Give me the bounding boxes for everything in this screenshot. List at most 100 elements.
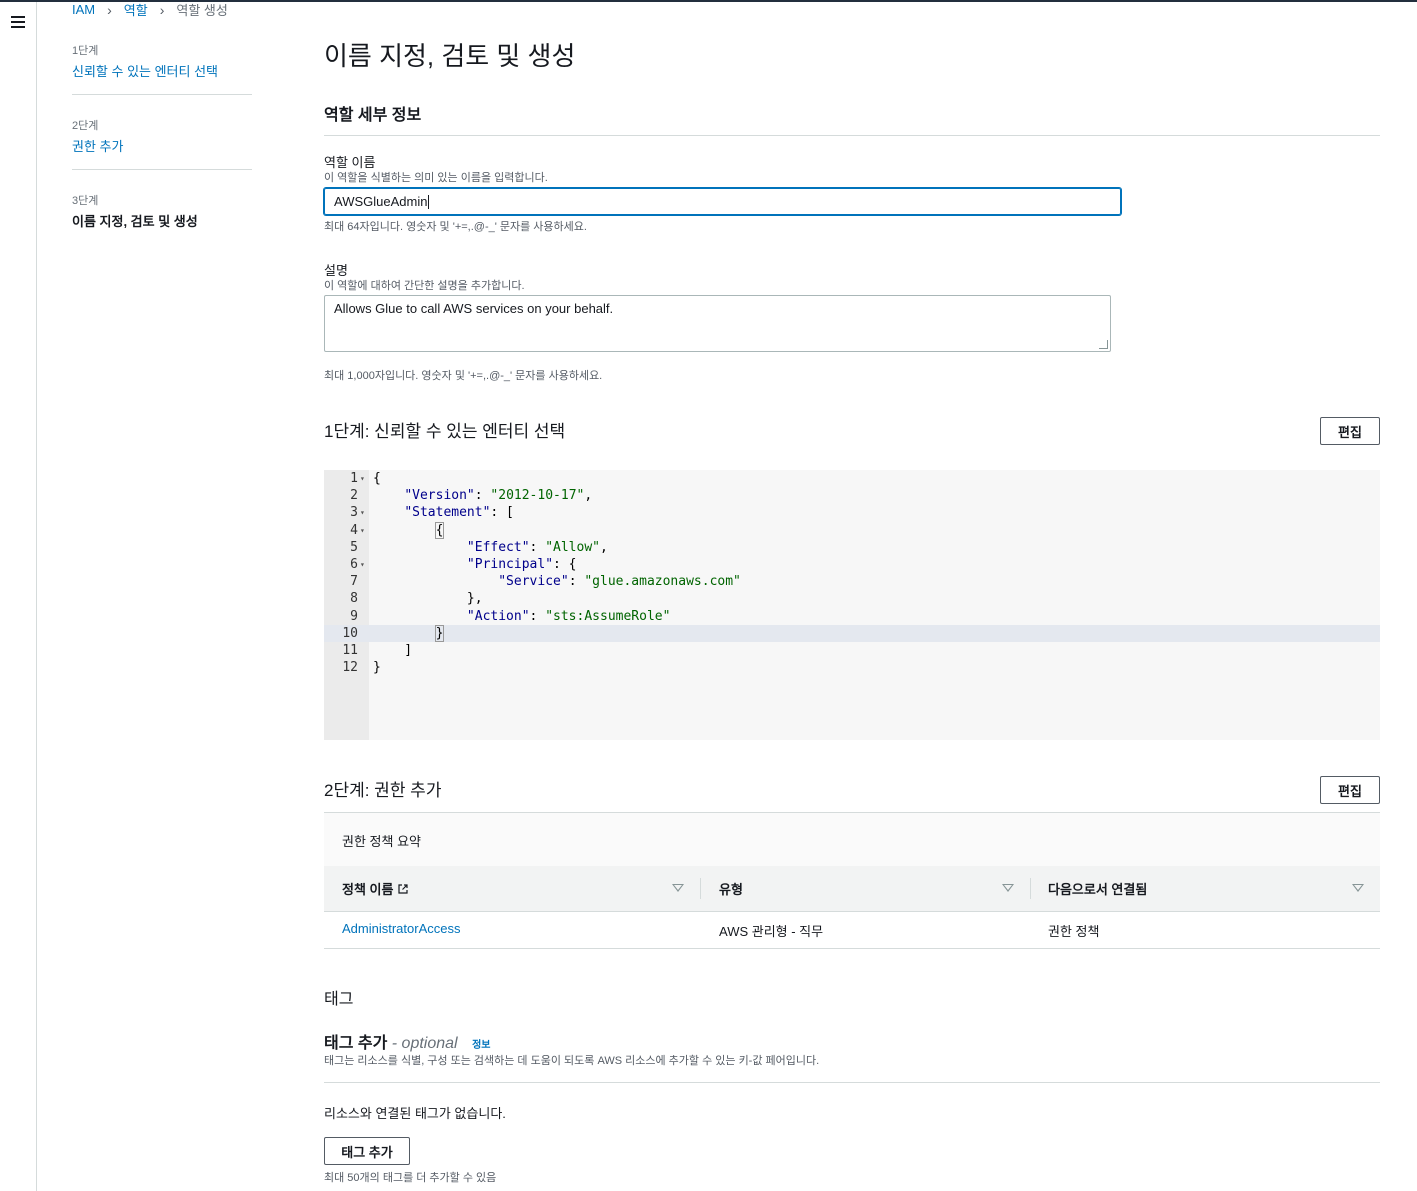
line-number: 1	[350, 471, 358, 486]
step-link-add-permissions[interactable]: 권한 추가	[72, 136, 252, 155]
step1-section-title: 1단계: 신뢰할 수 있는 엔터티 선택	[324, 422, 566, 441]
fold-toggle-icon[interactable]: ▾	[360, 556, 365, 573]
line-number: 8	[350, 591, 358, 607]
wizard-step-3: 3단계 이름 지정, 검토 및 생성	[72, 190, 252, 244]
code-lines: 1 ▾{2 "Version": "2012-10-17", 3 ▾ "Stateme…	[324, 470, 1380, 676]
description-constraint: 최대 1,000자입니다. 영숫자 및 '+=,.@-_' 문자를 사용하세요.	[324, 370, 603, 382]
role-details-title: 역할 세부 정보	[324, 107, 422, 124]
step-number: 2단계	[72, 120, 99, 132]
policy-link-administratoraccess[interactable]: AdministratorAccess	[342, 921, 460, 936]
code-text: },	[373, 591, 483, 607]
sort-icon[interactable]	[672, 884, 684, 892]
table-cell-type: AWS 관리형 - 직무	[719, 924, 824, 939]
code-line: 12}	[324, 659, 1380, 676]
code-text: "Effect": "Allow",	[466, 539, 608, 555]
code-line: 3 ▾ "Statement": [	[324, 504, 1380, 521]
line-number: 3	[350, 505, 358, 521]
code-text: "Principal": {	[466, 556, 577, 572]
description-hint: 이 역할에 대하여 간단한 설명을 추가합니다.	[324, 280, 525, 292]
column-header-label: 정책 이름	[342, 882, 394, 897]
code-line: 10 }	[324, 624, 1380, 642]
add-tags-title: 태그 추가 - optional 정보	[324, 1029, 490, 1053]
table-header-bar: 권한 정책 요약	[324, 813, 1380, 867]
code-text: "Service": "glue.amazonaws.com"	[498, 574, 741, 590]
breadcrumb-roles[interactable]: 역할	[124, 0, 148, 19]
code-text: }	[373, 660, 381, 676]
code-line: 8 },	[324, 590, 1380, 607]
line-number: 9	[350, 608, 358, 624]
code-text: {	[434, 521, 445, 539]
role-name-input[interactable]: AWSGlueAdmin	[324, 188, 1121, 215]
code-line: 6 ▾ "Principal": {	[324, 556, 1380, 573]
tags-description: 태그는 리소스를 식별, 구성 또는 검색하는 데 도움이 되도록 AWS 리소…	[324, 1055, 820, 1067]
fold-toggle-icon[interactable]: ▾	[360, 522, 365, 539]
code-line: 2 "Version": "2012-10-17",	[324, 487, 1380, 504]
line-number: 12	[342, 660, 358, 676]
tags-limit-note: 최대 50개의 태그를 더 추가할 수 있음	[324, 1172, 497, 1184]
code-text: "Statement": [	[404, 505, 514, 521]
permissions-summary-table: 권한 정책 요약 정책 이름 유형 다음으로서 연결됨 Administrato…	[324, 813, 1380, 949]
page-title: 이름 지정, 검토 및 생성	[324, 41, 576, 71]
sort-icon[interactable]	[1352, 884, 1364, 892]
column-header-attached-as[interactable]: 다음으로서 연결됨	[1048, 866, 1147, 911]
step-number: 3단계	[72, 195, 99, 207]
fold-toggle-icon[interactable]: ▾	[360, 470, 365, 487]
chevron-right-icon: ›	[159, 1, 165, 18]
code-text: "Version": "2012-10-17",	[404, 488, 593, 504]
wizard-steps: 1단계 신뢰할 수 있는 엔터티 선택 2단계 권한 추가 3단계 이름 지정,…	[72, 40, 252, 264]
table-title: 권한 정책 요약	[342, 834, 421, 849]
column-header-policy-name[interactable]: 정책 이름	[342, 866, 409, 911]
side-nav-rail	[0, 2, 37, 1191]
step2-edit-button[interactable]: 편집	[1320, 776, 1380, 804]
step1-edit-button[interactable]: 편집	[1320, 417, 1380, 445]
add-tag-button[interactable]: 태그 추가	[324, 1137, 410, 1165]
tags-empty-message: 리소스와 연결된 태그가 없습니다.	[324, 1106, 506, 1121]
line-number: 5	[350, 539, 358, 555]
tags-section-title: 태그	[324, 991, 354, 1008]
line-number: 11	[342, 642, 358, 658]
optional-label: - optional	[391, 1035, 458, 1052]
table-cell-policy-name: AdministratorAccess	[342, 921, 460, 936]
line-number: 6	[350, 556, 358, 572]
add-tags-heading: 태그 추가	[324, 1035, 388, 1052]
wizard-step-2: 2단계 권한 추가	[72, 115, 252, 170]
breadcrumb-iam[interactable]: IAM	[72, 2, 95, 17]
step-link-trusted-entity[interactable]: 신뢰할 수 있는 엔터티 선택	[72, 61, 252, 80]
line-number: 7	[350, 574, 358, 590]
line-number: 4	[350, 522, 358, 538]
line-number: 10	[342, 625, 358, 641]
table-column-headers: 정책 이름 유형 다음으로서 연결됨	[324, 866, 1380, 912]
code-line: 11 ]	[324, 642, 1380, 659]
code-text: ]	[373, 642, 413, 658]
role-name-constraint: 최대 64자입니다. 영숫자 및 '+=,.@-_' 문자를 사용하세요.	[324, 221, 587, 233]
description-textarea[interactable]: Allows Glue to call AWS services on your…	[324, 295, 1111, 352]
info-link[interactable]: 정보	[472, 1040, 490, 1051]
code-text: "Action": "sts:AssumeRole"	[466, 608, 671, 624]
breadcrumb-current: 역할 생성	[176, 3, 228, 18]
table-cell-attached-as: 권한 정책	[1048, 924, 1100, 939]
code-line: 1 ▾ {	[324, 470, 1380, 487]
code-line: 4 ▾ {	[324, 521, 1380, 539]
sort-icon[interactable]	[1002, 884, 1014, 892]
role-name-value: AWSGlueAdmin	[334, 194, 428, 209]
trust-policy-editor[interactable]: 1 ▾{2 "Version": "2012-10-17", 3 ▾ "Stateme…	[324, 470, 1380, 740]
line-number: 2	[350, 488, 358, 504]
step2-section-title: 2단계: 권한 추가	[324, 781, 442, 800]
divider	[324, 1082, 1380, 1083]
column-divider	[700, 878, 701, 899]
code-line: 9 "Action": "sts:AssumeRole"	[324, 608, 1380, 625]
code-text: {	[373, 471, 381, 486]
chevron-right-icon: ›	[107, 1, 112, 18]
code-line: 7 "Service": "glue.amazonaws.com"	[324, 573, 1380, 590]
wizard-step-1: 1단계 신뢰할 수 있는 엔터티 선택	[72, 40, 252, 95]
code-line: 5 "Effect": "Allow",	[324, 539, 1380, 556]
resize-handle[interactable]	[1099, 340, 1108, 349]
step-current-review: 이름 지정, 검토 및 생성	[72, 214, 198, 229]
breadcrumb: IAM › 역할 › 역할 생성	[72, 0, 228, 19]
column-divider	[1030, 878, 1031, 899]
description-value: Allows Glue to call AWS services on your…	[334, 301, 614, 316]
text-caret	[428, 194, 430, 209]
fold-toggle-icon[interactable]: ▾	[360, 504, 365, 521]
column-header-type[interactable]: 유형	[719, 866, 743, 911]
menu-icon[interactable]	[11, 16, 25, 28]
